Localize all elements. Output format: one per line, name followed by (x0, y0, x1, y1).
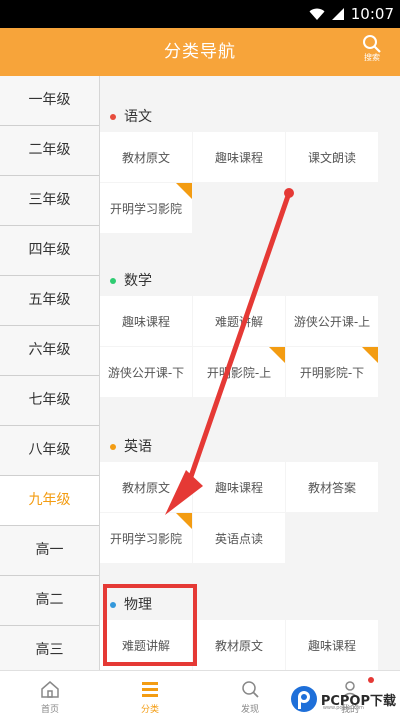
subject-section: 物理难题讲解 教材原文 趣味课程 (100, 590, 400, 670)
course-item-label: 开明影院-上 (206, 365, 272, 380)
tab-home[interactable]: 首页 (0, 671, 100, 721)
course-grid: 趣味课程 难题讲解 游侠公开课-上游侠公开课-下 开明影院-上 开明影院-下 (100, 296, 400, 398)
course-item[interactable]: 教材原文 (193, 620, 285, 670)
course-grid: 教材原文 趣味课程 课文朗读开明学习影院 (100, 132, 400, 234)
signal-icon (331, 7, 344, 20)
course-item-label: 英语点读 (214, 531, 263, 546)
subject-section: 英语教材原文 趣味课程 教材答案开明学习影院 英语点读 (100, 432, 400, 564)
subject-name: 数学 (124, 273, 152, 289)
course-item[interactable]: 教材原文 (100, 462, 192, 512)
home-icon (41, 680, 59, 698)
new-corner-badge-icon (269, 347, 285, 363)
sidebar-grade-8[interactable]: 八年级 (0, 426, 99, 476)
course-item[interactable]: 开明影院-上 (193, 347, 285, 397)
sidebar-grade-3[interactable]: 三年级 (0, 176, 99, 226)
course-item-label: 趣味课程 (307, 638, 356, 653)
subject-name: 英语 (124, 439, 152, 455)
status-bar: 10:07 (0, 0, 400, 28)
course-item[interactable]: 游侠公开课-下 (100, 347, 192, 397)
subject-name: 物理 (124, 597, 152, 613)
course-item[interactable]: 开明学习影院 (100, 513, 192, 563)
sidebar-grade-6[interactable]: 六年级 (0, 326, 99, 376)
status-time: 10:07 (350, 5, 394, 23)
sidebar-grade-9[interactable]: 九年级 (0, 476, 99, 526)
course-item-label: 教材原文 (214, 638, 263, 653)
tab-label: 发现 (240, 704, 259, 715)
course-item[interactable]: 教材答案 (286, 462, 378, 512)
sidebar-grade-7[interactable]: 七年级 (0, 376, 99, 426)
course-item[interactable]: 趣味课程 (193, 132, 285, 182)
wifi-icon (309, 8, 325, 20)
subject-dot-icon (110, 444, 116, 450)
course-item[interactable]: 趣味课程 (193, 462, 285, 512)
course-item[interactable]: 趣味课程 (286, 620, 378, 670)
subject-header: 数学 (100, 266, 400, 296)
sidebar-grade-4[interactable]: 四年级 (0, 226, 99, 276)
course-item-label: 游侠公开课-下 (107, 365, 185, 380)
course-item[interactable]: 游侠公开课-上 (286, 296, 378, 346)
course-item-label: 教材原文 (121, 480, 170, 495)
course-item[interactable]: 课文朗读 (286, 132, 378, 182)
course-item-label: 开明影院-下 (299, 365, 365, 380)
tab-label: 分类 (140, 704, 159, 715)
course-item-label: 教材原文 (121, 150, 170, 165)
course-item-label: 课文朗读 (307, 150, 356, 165)
search-button[interactable]: 搜索 (358, 34, 386, 72)
page-title: 分类导航 (164, 42, 236, 62)
app-header: 分类导航 搜索 (0, 28, 400, 76)
search-label: 搜索 (364, 53, 380, 62)
sidebar-grade-10[interactable]: 高一 (0, 526, 99, 576)
course-item-label: 难题讲解 (214, 314, 263, 329)
course-grid: 教材原文 趣味课程 教材答案开明学习影院 英语点读 (100, 462, 400, 564)
course-item[interactable]: 趣味课程 (100, 296, 192, 346)
course-item[interactable]: 开明影院-下 (286, 347, 378, 397)
tab-discover[interactable]: 发现 (200, 671, 300, 721)
course-item[interactable]: 英语点读 (193, 513, 285, 563)
pcpop-logo-icon (290, 686, 317, 712)
sidebar-grade-11[interactable]: 高二 (0, 576, 99, 626)
subject-section: 数学趣味课程 难题讲解 游侠公开课-上游侠公开课-下 开明影院-上 开明影院-下 (100, 266, 400, 398)
subject-name: 语文 (124, 109, 152, 125)
discover-icon (242, 680, 259, 698)
notification-dot-icon (368, 677, 374, 683)
subject-header: 语文 (100, 102, 400, 132)
category-content: 语文 教材原文 趣味课程 课文朗读 开明学习影院 数学 趣味课程 难题讲解 游侠公开课-上 游侠公… (100, 76, 400, 670)
subject-header: 英语 (100, 432, 400, 462)
course-item[interactable]: 开明学习影院 (100, 183, 192, 233)
course-item-label: 趣味课程 (214, 480, 263, 495)
watermark-subtext: www.pcpop.com (322, 705, 364, 711)
sidebar-grade-1[interactable]: 一年级 (0, 76, 99, 126)
subject-dot-icon (110, 114, 116, 120)
search-icon (363, 35, 381, 53)
sidebar-grade-2[interactable]: 二年级 (0, 126, 99, 176)
course-item-label: 趣味课程 (121, 314, 170, 329)
course-grid: 难题讲解 教材原文 趣味课程 (100, 620, 400, 670)
subject-dot-icon (110, 602, 116, 608)
sidebar-grade-5[interactable]: 五年级 (0, 276, 99, 326)
course-item-label: 游侠公开课-上 (293, 314, 371, 329)
course-item-label: 教材答案 (307, 480, 356, 495)
subject-section: 语文教材原文 趣味课程 课文朗读开明学习影院 (100, 102, 400, 234)
course-item[interactable]: 教材原文 (100, 132, 192, 182)
course-item-label: 开明学习影院 (109, 531, 182, 546)
course-item-label: 开明学习影院 (109, 201, 182, 216)
new-corner-badge-icon (362, 347, 378, 363)
subject-header: 物理 (100, 590, 400, 620)
category-icon (142, 681, 158, 697)
sidebar-grade-12[interactable]: 高三 (0, 626, 99, 676)
tab-category[interactable]: 分类 (100, 671, 200, 721)
course-item-label: 趣味课程 (214, 150, 263, 165)
tab-label: 首页 (40, 704, 59, 715)
course-item[interactable]: 难题讲解 (100, 620, 192, 670)
new-corner-badge-icon (176, 183, 192, 199)
subject-dot-icon (110, 278, 116, 284)
pcpop-watermark: PCPOP下载 www.pcpop.com (289, 684, 396, 714)
course-item[interactable]: 难题讲解 (193, 296, 285, 346)
course-item-label: 难题讲解 (121, 638, 170, 653)
new-corner-badge-icon (176, 513, 192, 529)
grade-sidebar: 一年级 二年级 三年级 四年级 五年级 六年级 七年级 八年级 九年级 高一 高二 高三 (0, 76, 100, 676)
